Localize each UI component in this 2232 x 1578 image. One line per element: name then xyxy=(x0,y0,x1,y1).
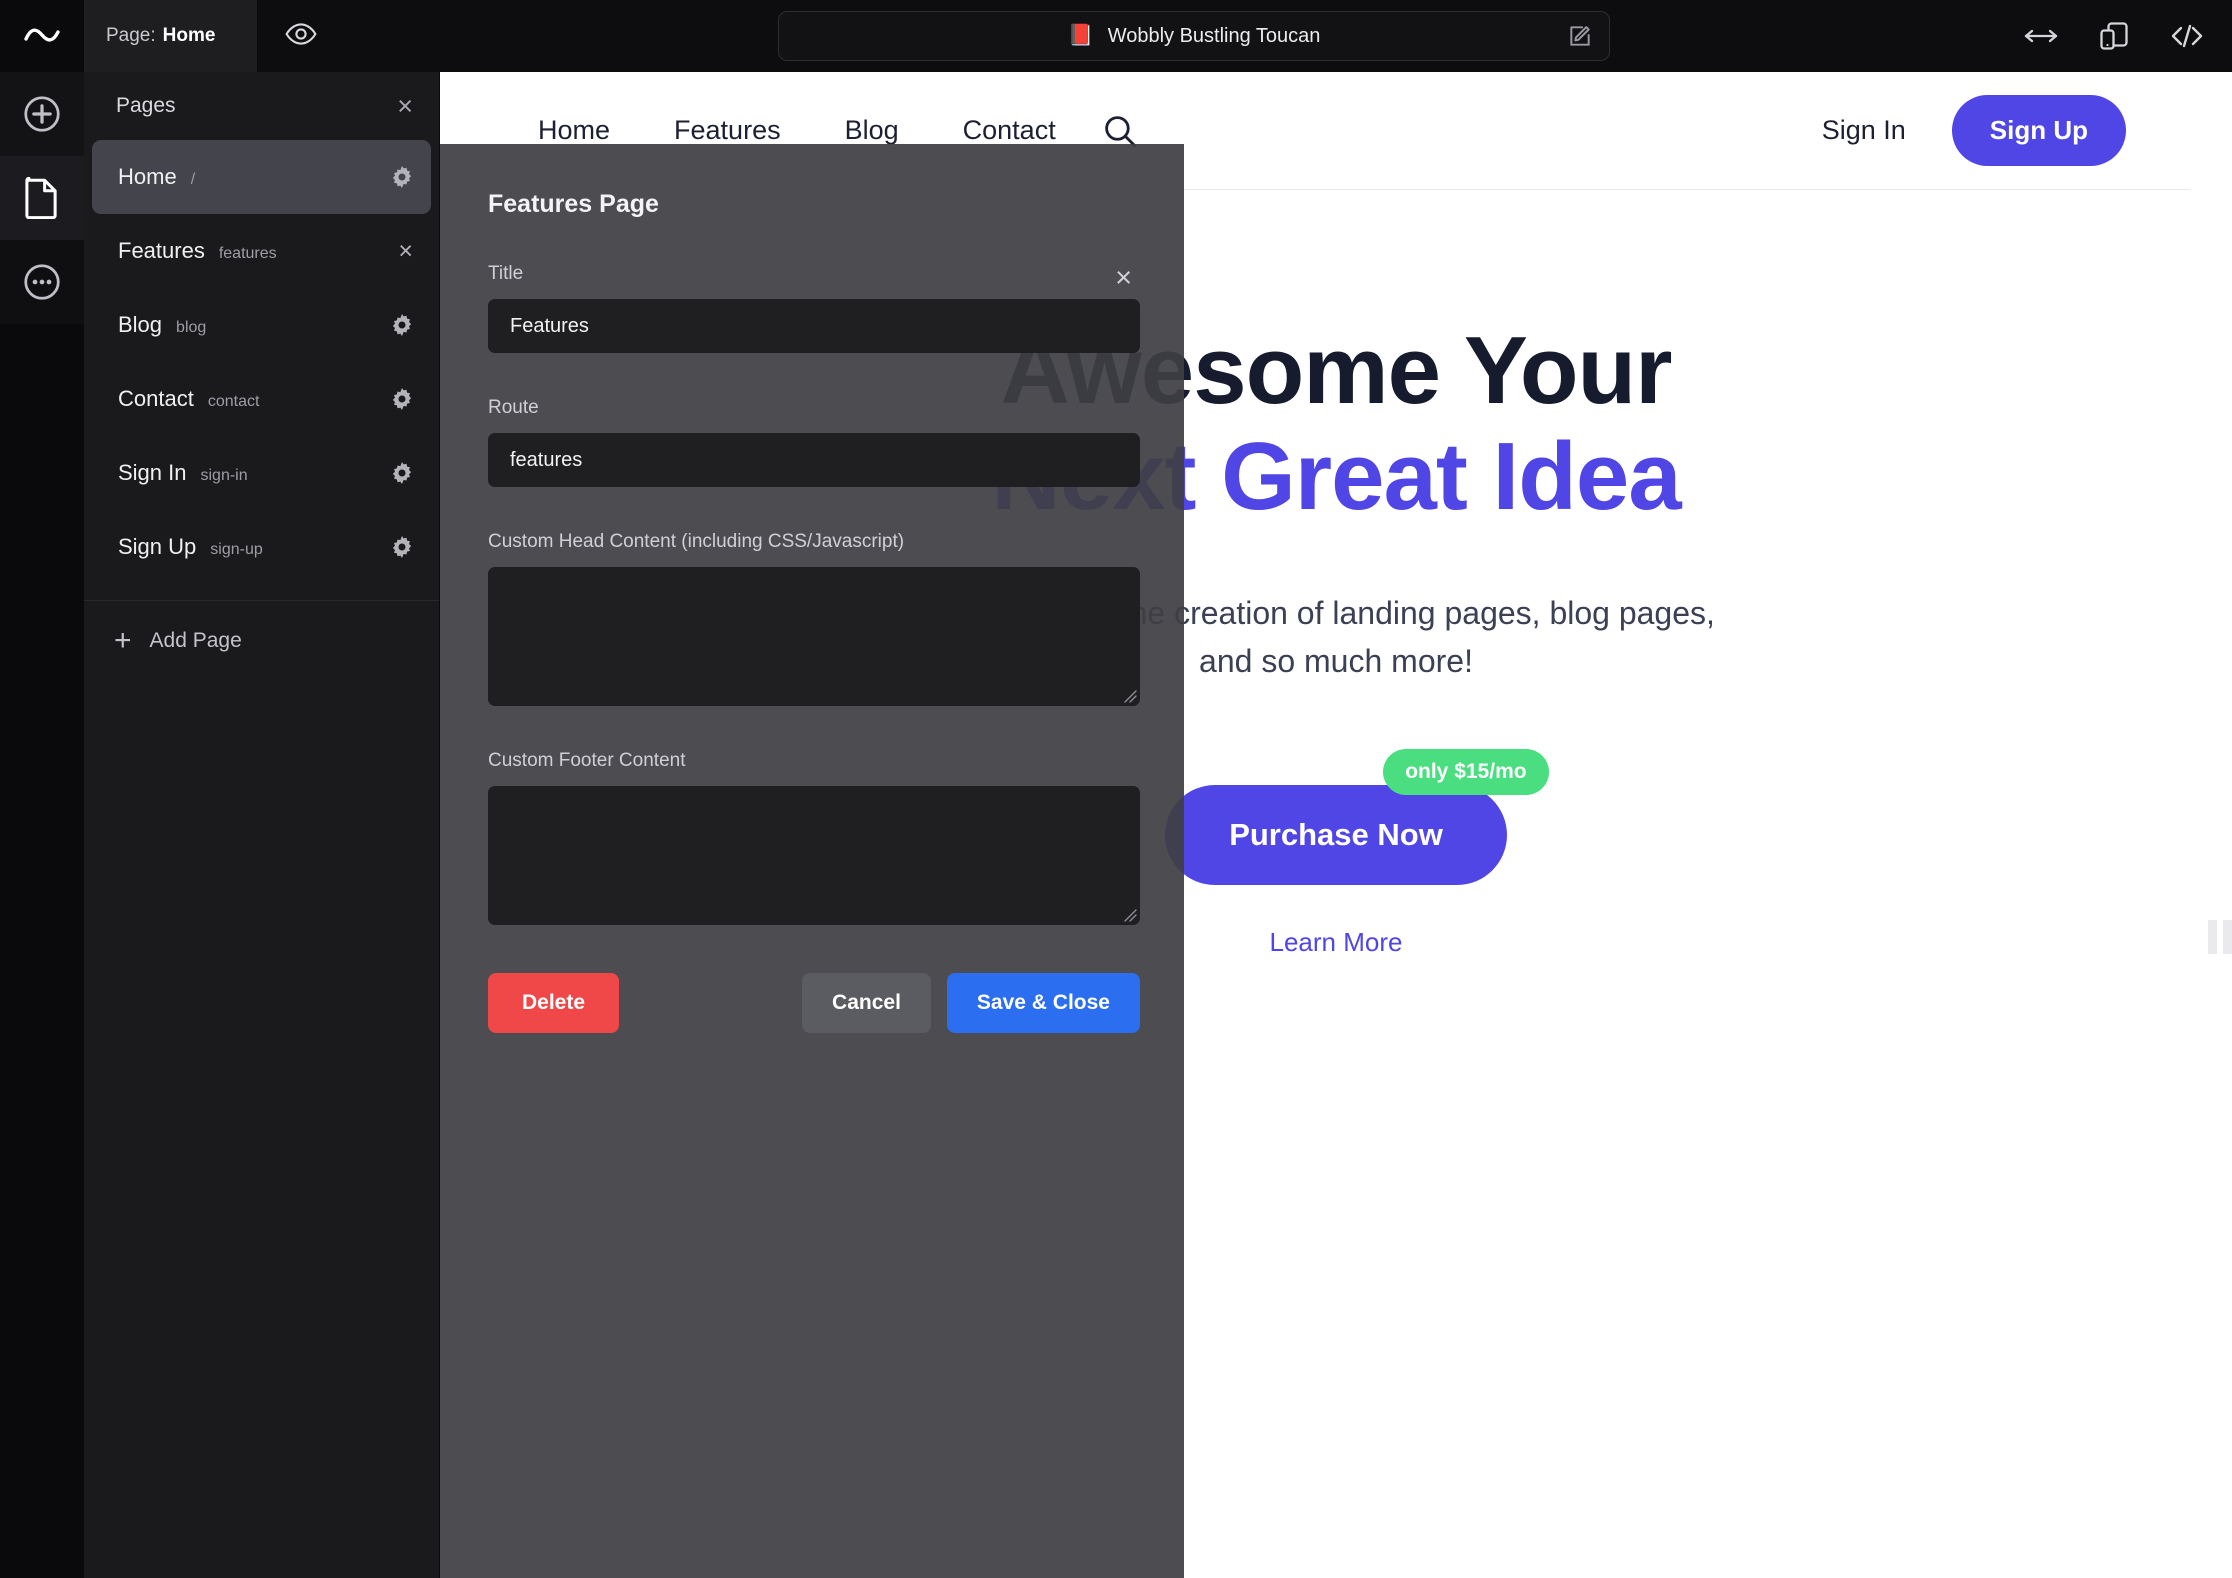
preview-resize-handle[interactable] xyxy=(2208,920,2232,954)
head-content-label: Custom Head Content (including CSS/Javas… xyxy=(488,531,905,552)
page-name-label: Home xyxy=(162,25,216,46)
gear-icon[interactable] xyxy=(391,166,413,188)
page-item-name: Contact xyxy=(118,386,194,411)
page-list-item-contact[interactable]: Contact contact xyxy=(92,362,431,436)
gear-icon[interactable] xyxy=(391,388,413,410)
title-field-label: Title xyxy=(488,263,524,284)
page-item-name: Features xyxy=(118,238,205,263)
page-item-name: Home xyxy=(118,164,177,189)
footer-content-field-group: Custom Footer Content xyxy=(488,750,1140,925)
page-route-input[interactable] xyxy=(488,433,1140,487)
price-badge: only $15/mo xyxy=(1383,749,1549,796)
page-item-name: Sign In xyxy=(118,460,187,485)
custom-footer-content-textarea[interactable] xyxy=(488,786,1140,925)
page-list-item-sign-in[interactable]: Sign In sign-in xyxy=(92,436,431,510)
nav-link-blog[interactable]: Blog xyxy=(845,115,899,146)
sign-in-link[interactable]: Sign In xyxy=(1822,115,1906,146)
gear-icon[interactable] xyxy=(391,314,413,336)
edit-pencil-icon[interactable] xyxy=(1567,23,1593,49)
gear-icon[interactable] xyxy=(391,462,413,484)
page-item-route: features xyxy=(218,245,277,262)
red-book-icon: 📕 xyxy=(1067,24,1094,47)
page-item-route: sign-up xyxy=(210,541,263,558)
add-page-button[interactable]: + Add Page xyxy=(84,601,439,681)
project-title-chip[interactable]: 📕 Wobbly Bustling Toucan xyxy=(778,11,1610,61)
pages-panel: Pages × Home / Features features × Blog … xyxy=(84,72,440,1578)
resize-horizontal-icon[interactable] xyxy=(2024,26,2058,46)
preview-toggle-button[interactable] xyxy=(258,0,343,72)
route-field-group: Route xyxy=(488,397,1140,487)
responsive-devices-icon[interactable] xyxy=(2098,21,2130,51)
current-page-indicator[interactable]: Page: Home xyxy=(84,0,258,72)
page-title-input[interactable] xyxy=(488,299,1140,353)
page-item-name: Sign Up xyxy=(118,534,197,559)
pages-panel-title: Pages xyxy=(116,94,176,117)
add-element-icon[interactable] xyxy=(0,72,84,156)
workspace: Pages × Home / Features features × Blog … xyxy=(0,72,2232,1578)
page-list-item-features[interactable]: Features features × xyxy=(92,214,431,288)
site-nav-links: Home Features Blog Contact xyxy=(538,115,1056,146)
wave-logo-icon[interactable] xyxy=(0,0,84,72)
pages-panel-empty-area xyxy=(84,681,439,1578)
footer-content-label: Custom Footer Content xyxy=(488,750,686,771)
plus-icon: + xyxy=(114,624,132,657)
nav-link-home[interactable]: Home xyxy=(538,115,610,146)
nav-link-contact[interactable]: Contact xyxy=(963,115,1056,146)
cancel-button[interactable]: Cancel xyxy=(802,973,931,1033)
modal-title: Features Page xyxy=(488,190,659,218)
more-options-icon[interactable] xyxy=(0,240,84,324)
page-item-route: blog xyxy=(176,319,207,336)
hero-cta-wrapper: Purchase Now only $15/mo xyxy=(1165,749,1549,886)
hero-subheading-line2: and so much more! xyxy=(1199,643,1473,680)
route-field-label: Route xyxy=(488,397,539,418)
page-prefix-label: Page: xyxy=(106,25,156,46)
site-nav-actions: Sign In Sign Up xyxy=(1822,95,2126,166)
head-content-field-group: Custom Head Content (including CSS/Javas… xyxy=(488,531,1140,706)
page-item-name: Blog xyxy=(118,312,163,337)
close-pages-panel-icon[interactable]: × xyxy=(397,92,413,120)
delete-page-button[interactable]: Delete xyxy=(488,973,620,1033)
page-list-item-home[interactable]: Home / xyxy=(92,140,431,214)
sign-up-button[interactable]: Sign Up xyxy=(1951,95,2126,166)
save-and-close-button[interactable]: Save & Close xyxy=(946,973,1140,1033)
custom-head-content-textarea[interactable] xyxy=(488,567,1140,706)
title-field-group: Title xyxy=(488,263,1140,353)
modal-action-bar: Delete Cancel Save & Close xyxy=(488,973,1140,1033)
close-icon[interactable]: × xyxy=(1115,264,1132,293)
pages-icon[interactable] xyxy=(0,156,84,240)
gear-icon[interactable] xyxy=(391,536,413,558)
icon-rail xyxy=(0,72,84,1578)
page-list-item-blog[interactable]: Blog blog xyxy=(92,288,431,362)
project-title-label: Wobbly Bustling Toucan xyxy=(1107,24,1321,47)
pages-panel-header: Pages × xyxy=(84,72,439,140)
close-icon[interactable]: × xyxy=(398,238,413,264)
app-root: Page: Home 📕 Wobbly Bustling Toucan Page… xyxy=(0,0,2232,1578)
purchase-now-button[interactable]: Purchase Now xyxy=(1165,785,1507,886)
add-page-label: Add Page xyxy=(149,629,242,652)
top-bar: Page: Home 📕 Wobbly Bustling Toucan xyxy=(0,0,2232,72)
nav-link-features[interactable]: Features xyxy=(674,115,781,146)
page-item-route: contact xyxy=(207,393,260,410)
page-item-route: / xyxy=(190,171,196,188)
code-view-icon[interactable] xyxy=(2170,23,2204,49)
page-list-item-sign-up[interactable]: Sign Up sign-up xyxy=(92,510,431,584)
page-item-route: sign-in xyxy=(200,467,248,484)
eye-icon xyxy=(284,22,317,50)
page-settings-modal: Features Page × Title Route Custom Head … xyxy=(440,144,1184,1578)
topbar-action-icons xyxy=(2024,0,2216,72)
